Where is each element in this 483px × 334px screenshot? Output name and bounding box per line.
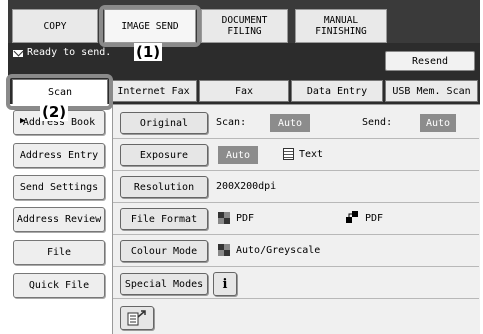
exposure-button[interactable]: Exposure xyxy=(120,144,208,166)
address-entry-button[interactable]: Address Entry xyxy=(13,143,105,168)
colour-mode-button[interactable]: Colour Mode xyxy=(120,240,208,262)
screen: COPY IMAGE SEND DOCUMENT FILING MANUAL F… xyxy=(0,0,483,334)
triangle-right-icon: ▶ xyxy=(20,116,26,126)
color-mode-icon xyxy=(346,211,358,223)
mode-tab-manual-finishing[interactable]: MANUAL FINISHING xyxy=(295,9,387,43)
mode-tab-label: DOCUMENT FILING xyxy=(221,15,268,37)
callout-number-2: (2) xyxy=(40,103,69,121)
status-text: Ready to send. xyxy=(27,47,112,58)
mode-tab-document-filing[interactable]: DOCUMENT FILING xyxy=(201,9,288,43)
resolution-value: 200X200dpi xyxy=(216,181,277,192)
mode-tab-label: MANUAL FINISHING xyxy=(315,15,367,37)
text-document-icon xyxy=(283,148,294,160)
exposure-value: Auto xyxy=(218,146,258,164)
resend-button[interactable]: Resend xyxy=(385,51,475,71)
mode-tab-copy[interactable]: COPY xyxy=(12,9,98,43)
scan-label: Scan: xyxy=(216,117,247,128)
mail-icon xyxy=(13,50,23,57)
send-settings-button[interactable]: Send Settings xyxy=(13,175,105,200)
mode-tab-label: COPY xyxy=(43,20,67,32)
exposure-type: Text xyxy=(299,149,324,160)
original-button[interactable]: Original xyxy=(120,112,208,134)
preview-button[interactable] xyxy=(120,306,154,330)
tab-usb-mem-scan[interactable]: USB Mem. Scan xyxy=(385,80,478,102)
callout-box-1 xyxy=(99,5,201,47)
info-icon[interactable]: i xyxy=(213,272,237,296)
colour-mode-value: Auto/Greyscale xyxy=(236,245,321,256)
address-review-button[interactable]: Address Review xyxy=(13,207,105,232)
scan-value: Auto xyxy=(270,114,310,132)
preview-icon xyxy=(127,310,146,326)
special-modes-button[interactable]: Special Modes xyxy=(120,273,208,295)
resolution-button[interactable]: Resolution xyxy=(120,176,208,198)
tab-internet-fax[interactable]: Internet Fax xyxy=(110,80,197,102)
file-format-button[interactable]: File Format xyxy=(120,208,208,230)
tab-data-entry[interactable]: Data Entry xyxy=(291,80,383,102)
quick-file-button[interactable]: Quick File xyxy=(13,273,105,298)
file-format-color-value: PDF xyxy=(365,213,384,224)
callout-number-1: (1) xyxy=(134,43,163,61)
send-value: Auto xyxy=(420,114,456,132)
tab-fax[interactable]: Fax xyxy=(199,80,289,102)
bw-mode-icon xyxy=(218,212,230,224)
greyscale-icon xyxy=(218,244,230,256)
file-format-bw-value: PDF xyxy=(236,213,255,224)
send-label: Send: xyxy=(362,117,393,128)
file-button[interactable]: File xyxy=(13,240,105,265)
